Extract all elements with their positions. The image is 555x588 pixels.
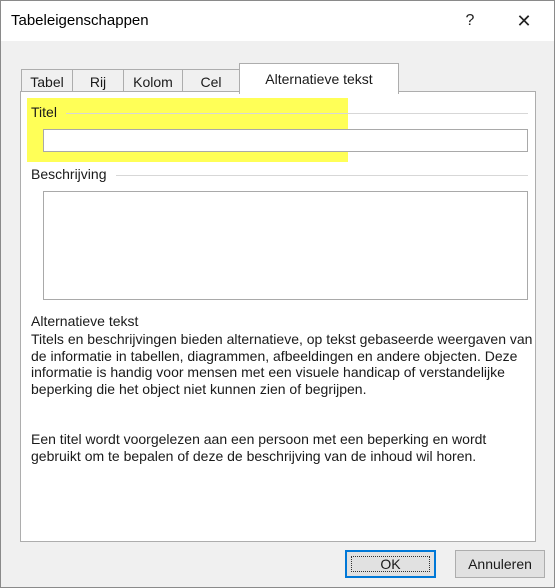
- close-icon: ✕: [516, 10, 532, 31]
- tab-cel[interactable]: Cel: [182, 69, 240, 93]
- cancel-button[interactable]: Annuleren: [455, 550, 545, 578]
- tab-kolom[interactable]: Kolom: [123, 69, 183, 93]
- title-input[interactable]: [43, 129, 528, 152]
- title-label: Titel: [31, 104, 57, 120]
- title-divider: [66, 113, 528, 114]
- info-heading: Alternatieve tekst: [31, 313, 139, 329]
- ok-button[interactable]: OK: [345, 550, 436, 578]
- help-icon: ?: [465, 12, 475, 29]
- help-button[interactable]: ?: [447, 1, 493, 41]
- info-paragraph-2: Een titel wordt voorgelezen aan een pers…: [31, 431, 487, 464]
- close-button[interactable]: ✕: [501, 1, 547, 41]
- tab-label: Kolom: [133, 73, 173, 90]
- description-divider: [116, 175, 528, 176]
- tab-alternatieve-tekst[interactable]: Alternatieve tekst: [239, 63, 399, 94]
- focus-rect: [351, 556, 430, 572]
- description-textarea[interactable]: [43, 191, 528, 300]
- tab-label: Cel: [200, 73, 222, 90]
- tab-label: Tabel: [30, 73, 64, 90]
- cancel-label: Annuleren: [468, 556, 532, 572]
- tab-label: Rij: [89, 73, 107, 90]
- description-label: Beschrijving: [31, 166, 107, 182]
- tab-label: Alternatieve tekst: [265, 71, 373, 87]
- tab-tabel[interactable]: Tabel: [21, 69, 73, 93]
- dialog-title: Tabeleigenschappen: [11, 12, 149, 29]
- info-paragraph-1: Titels en beschrijvingen bieden alternat…: [31, 331, 533, 397]
- title-bar: Tabeleigenschappen ? ✕: [1, 1, 554, 41]
- tab-rij[interactable]: Rij: [72, 69, 124, 93]
